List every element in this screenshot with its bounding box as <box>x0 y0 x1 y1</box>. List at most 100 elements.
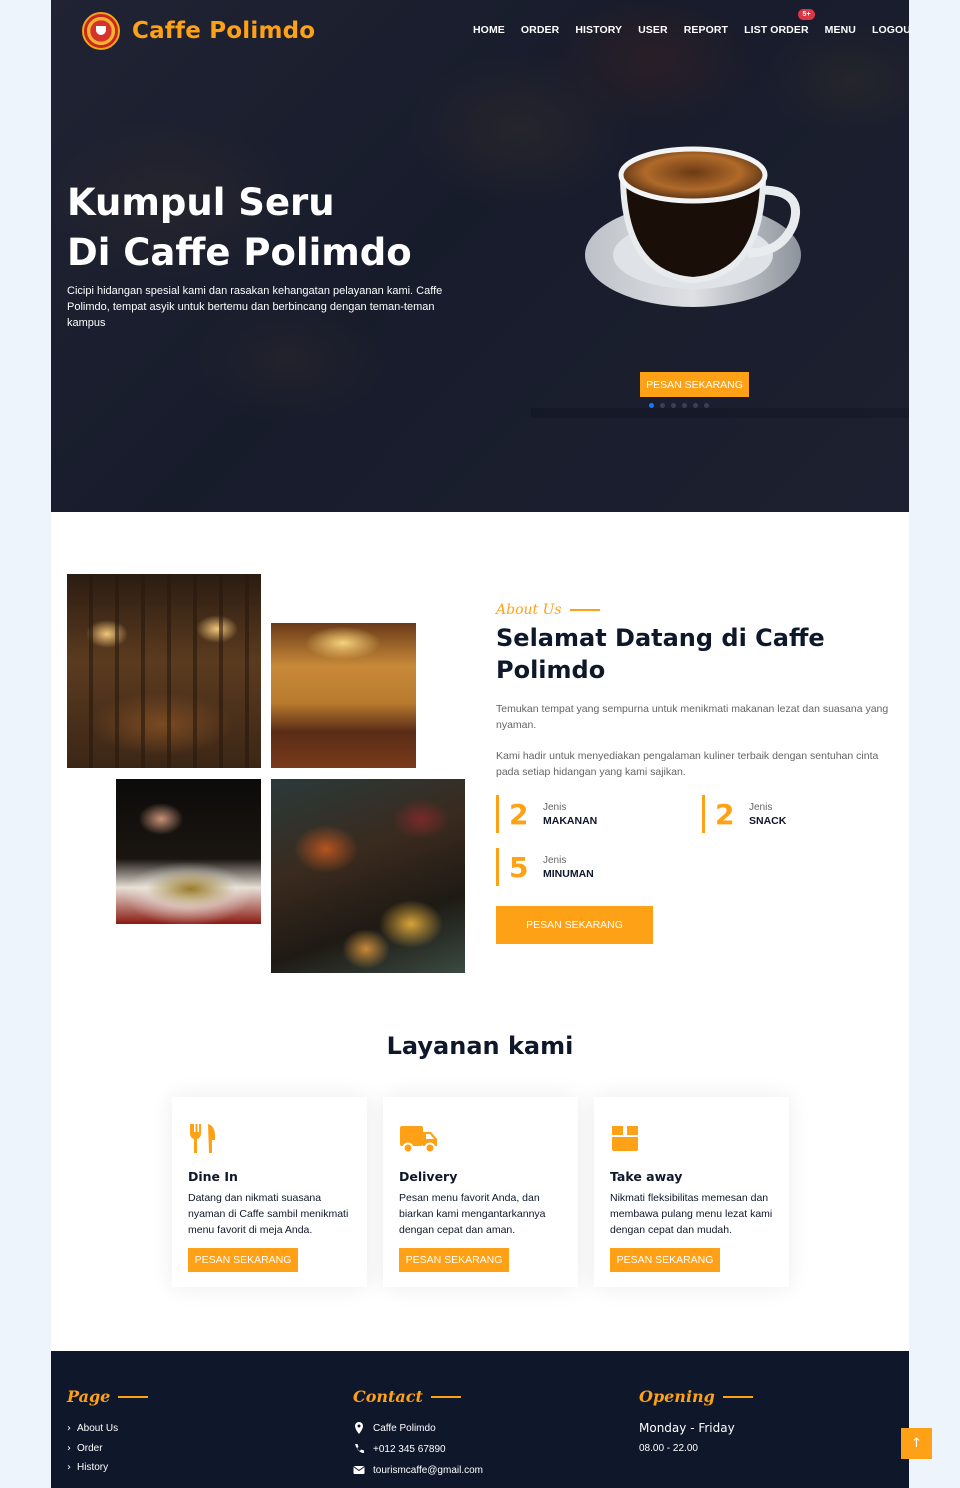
carousel-dot[interactable] <box>671 403 676 408</box>
carousel-indicators <box>649 403 715 408</box>
heading-line <box>430 1395 461 1398</box>
footer-link-order[interactable]: › Order <box>67 1443 103 1454</box>
nav-logout[interactable]: LOGOUT <box>872 24 909 36</box>
nav-list-order[interactable]: LIST ORDER 5+ <box>744 9 815 36</box>
truck-icon <box>400 1126 437 1154</box>
footer-heading-text: Contact <box>353 1387 423 1406</box>
footer-opening-heading: Opening <box>639 1387 753 1406</box>
stat-makanan: 2 Jenis MAKANAN <box>496 795 597 833</box>
nav-user[interactable]: USER <box>638 24 668 36</box>
service-title: Delivery <box>399 1169 458 1184</box>
opening-hours: 08.00 - 22.00 <box>639 1443 698 1454</box>
service-order-button[interactable]: PESAN SEKARANG <box>399 1248 509 1272</box>
service-order-button[interactable]: PESAN SEKARANG <box>610 1248 720 1272</box>
service-text: Pesan menu favorit Anda, dan biarkan kam… <box>399 1192 546 1236</box>
chevron-right-icon: › <box>67 1443 71 1454</box>
footer-phone: +012 345 67890 <box>353 1443 446 1455</box>
carousel-dot[interactable] <box>649 403 654 408</box>
service-text: Datang dan nikmati suasana nyaman di Caf… <box>188 1192 349 1236</box>
stat-snack: 2 Jenis SNACK <box>702 795 786 833</box>
nav-report[interactable]: REPORT <box>684 24 728 36</box>
footer: Page Contact Opening › About Us › Order › H… <box>51 1351 909 1488</box>
back-to-top-button[interactable]: ↑ <box>901 1428 932 1459</box>
heading-line <box>722 1395 753 1398</box>
chevron-right-icon: › <box>67 1462 71 1473</box>
stat-small-label: Jenis <box>543 854 567 866</box>
envelope-icon <box>353 1466 365 1474</box>
stat-small-label: Jenis <box>543 801 567 813</box>
brand-logo[interactable]: Caffe Polimdo <box>82 12 315 50</box>
carousel-dot[interactable] <box>682 403 687 408</box>
footer-contact-heading: Contact <box>353 1387 461 1406</box>
footer-heading-text: Page <box>67 1387 111 1406</box>
about-subtitle: About Us <box>496 602 600 618</box>
map-marker-icon <box>355 1422 363 1434</box>
service-text: Nikmati fleksibilitas memesan dan membaw… <box>610 1192 773 1236</box>
stat-big-label: MAKANAN <box>543 814 598 827</box>
hero-order-button[interactable]: PESAN SEKARANG <box>640 372 749 397</box>
footer-heading-text: Opening <box>639 1387 715 1406</box>
carousel-dot[interactable] <box>704 403 709 408</box>
about-order-button[interactable]: PESAN SEKARANG <box>496 906 653 944</box>
logo-icon <box>82 12 120 50</box>
coffee-cup-image <box>585 146 801 307</box>
about-paragraph-2: Kami hadir untuk menyediakan pengalaman … <box>496 750 879 778</box>
nav-menu[interactable]: MENU <box>825 24 856 36</box>
hero-section: Caffe Polimdo HOME ORDER HISTORY USER RE… <box>51 0 909 512</box>
footer-link-label: History <box>77 1462 109 1473</box>
hero-title-line-2: Di Caffe Polimdo <box>67 231 412 274</box>
notification-badge: 5+ <box>798 9 815 20</box>
carousel-dot[interactable] <box>693 403 698 408</box>
utensils-icon <box>190 1124 215 1153</box>
about-paragraph-1: Temukan tempat yang sempurna untuk menik… <box>496 703 889 731</box>
dining-hall-image <box>271 623 416 768</box>
footer-link-label: About Us <box>77 1423 119 1434</box>
nav-list-order-label: LIST ORDER <box>744 24 809 36</box>
footer-link-label: Order <box>77 1443 103 1454</box>
footer-link-about-us[interactable]: › About Us <box>67 1423 118 1434</box>
chevron-right-icon: › <box>67 1423 71 1434</box>
service-title: Take away <box>610 1169 683 1184</box>
stat-big-label: SNACK <box>749 814 787 827</box>
footer-page-heading: Page <box>67 1387 149 1406</box>
hero-title-line-1: Kumpul Seru <box>67 181 335 224</box>
about-subtitle-text: About Us <box>496 602 562 618</box>
page: Caffe Polimdo HOME ORDER HISTORY USER RE… <box>51 0 909 1488</box>
box-icon <box>612 1126 638 1151</box>
salad-plate-image <box>116 779 261 924</box>
heading-line <box>118 1395 149 1398</box>
stat-number: 5 <box>509 850 529 884</box>
arrow-up-icon: ↑ <box>911 1436 922 1451</box>
hero-band <box>531 408 909 418</box>
nav-history[interactable]: HISTORY <box>575 24 622 36</box>
service-card-delivery: Delivery Pesan menu favorit Anda, dan bi… <box>383 1097 578 1287</box>
stat-small-label: Jenis <box>749 801 773 813</box>
service-card-take-away: Take away Nikmati fleksibilitas memesan … <box>594 1097 789 1287</box>
restaurant-interior-image <box>67 574 261 768</box>
brand-name: Caffe Polimdo <box>132 18 316 44</box>
service-card-dine-in: Dine In Datang dan nikmati suasana nyama… <box>172 1097 367 1287</box>
phone-icon <box>355 1444 364 1453</box>
footer-email: tourismcaffe@gmail.com <box>353 1464 483 1476</box>
subtitle-line <box>569 609 600 611</box>
service-order-button[interactable]: PESAN SEKARANG <box>188 1248 298 1272</box>
email-text: tourismcaffe@gmail.com <box>373 1464 483 1476</box>
stat-big-label: MINUMAN <box>543 867 594 880</box>
hero-title: Kumpul Seru Di Caffe Polimdo <box>67 178 527 278</box>
services-title: Layanan kami <box>386 1032 574 1060</box>
service-title: Dine In <box>188 1169 238 1184</box>
stat-minuman: 5 Jenis MINUMAN <box>496 848 594 886</box>
location-text: Caffe Polimdo <box>373 1422 436 1434</box>
nav-home[interactable]: HOME <box>473 24 505 36</box>
hero-description: Cicipi hidangan spesial kami dan rasakan… <box>67 285 443 329</box>
opening-days: Monday - Friday <box>639 1421 735 1435</box>
stat-number: 2 <box>715 797 735 831</box>
carousel-dot[interactable] <box>660 403 665 408</box>
stat-number: 2 <box>509 797 529 831</box>
food-platter-image <box>271 779 465 973</box>
phone-text: +012 345 67890 <box>373 1443 446 1455</box>
about-title: Selamat Datang di Caffe Polimdo <box>496 624 825 684</box>
nav-order[interactable]: ORDER <box>521 24 559 36</box>
footer-location: Caffe Polimdo <box>353 1422 436 1434</box>
footer-link-history[interactable]: › History <box>67 1462 108 1473</box>
